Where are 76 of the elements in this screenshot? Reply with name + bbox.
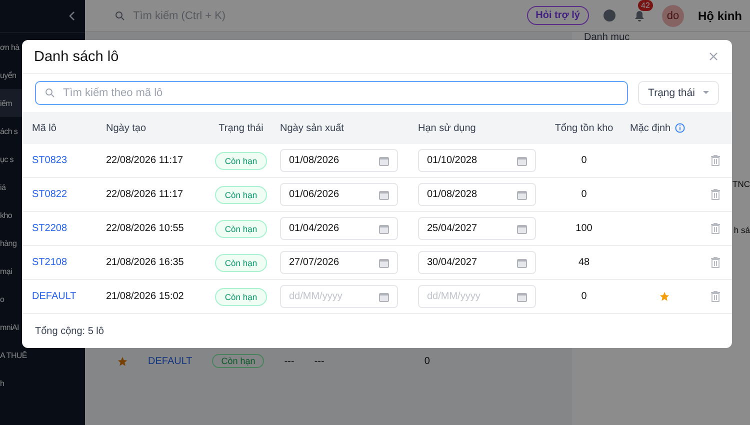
panel-text: TNC bbox=[732, 179, 750, 189]
calendar-icon bbox=[517, 224, 527, 234]
bell-icon[interactable] bbox=[632, 9, 646, 22]
dialog-title: Danh sách lô bbox=[34, 48, 119, 64]
star-icon bbox=[117, 356, 128, 366]
column-header: Ngày sản xuất bbox=[280, 122, 344, 134]
calendar-icon bbox=[379, 224, 389, 234]
sidebar-item[interactable]: h bbox=[0, 369, 85, 397]
calendar-icon bbox=[517, 156, 527, 166]
table-cell: --- bbox=[284, 356, 294, 366]
table-cell: 22/08/2026 10:55 bbox=[106, 223, 184, 234]
info-icon[interactable] bbox=[674, 123, 685, 133]
column-header: Ngày tạo bbox=[106, 122, 146, 134]
batch-code-link[interactable]: ST0823 bbox=[32, 155, 68, 166]
store-name: Hộ kinh bbox=[698, 8, 742, 22]
search-icon bbox=[115, 10, 125, 20]
trash-icon[interactable] bbox=[710, 155, 720, 166]
table-cell: 0 bbox=[581, 291, 587, 302]
date-field[interactable]: 01/06/2026 bbox=[280, 183, 398, 206]
column-header: Mặc định bbox=[630, 122, 671, 134]
date-field[interactable]: 01/10/2028 bbox=[418, 149, 536, 172]
date-field[interactable]: 30/04/2027 bbox=[418, 251, 536, 274]
table-cell: 21/08/2026 16:35 bbox=[106, 257, 184, 268]
table-cell: 0 bbox=[581, 155, 587, 166]
batch-code-link[interactable]: ST0822 bbox=[32, 189, 68, 200]
trash-icon[interactable] bbox=[710, 223, 720, 234]
user-avatar[interactable]: do bbox=[662, 4, 684, 26]
assistant-button[interactable]: Hỏi trợ lý bbox=[526, 6, 589, 25]
calendar-icon bbox=[379, 292, 389, 302]
status-tag: Còn hạn bbox=[214, 254, 268, 272]
trash-icon[interactable] bbox=[710, 291, 720, 302]
trash-icon[interactable] bbox=[710, 189, 720, 200]
calendar-icon bbox=[517, 190, 527, 200]
table-cell: 0 bbox=[581, 189, 587, 200]
search-icon bbox=[45, 88, 55, 98]
status-filter[interactable]: Trạng thái bbox=[638, 81, 719, 105]
table-cell: 22/08/2026 11:17 bbox=[106, 189, 184, 200]
date-field[interactable]: 01/08/2026 bbox=[280, 149, 398, 172]
column-header: Hạn sử dụng bbox=[418, 122, 476, 134]
batch-code[interactable]: DEFAULT bbox=[148, 356, 192, 366]
batch-code-link[interactable]: ST2208 bbox=[32, 223, 68, 234]
calendar-icon bbox=[379, 156, 389, 166]
status-tag: Còn hạn bbox=[214, 288, 268, 306]
trash-icon[interactable] bbox=[710, 257, 720, 268]
status-tag: Còn hạn bbox=[214, 220, 268, 238]
chevron-left-icon[interactable] bbox=[69, 11, 75, 21]
status-tag: Còn hạn bbox=[214, 186, 268, 204]
table-cell: 21/08/2026 15:02 bbox=[106, 291, 184, 302]
batch-code-link[interactable]: ST2108 bbox=[32, 257, 68, 268]
table-cell: 22/08/2026 11:17 bbox=[106, 155, 184, 166]
search-field[interactable]: Tìm kiếm theo mã lô bbox=[35, 81, 628, 105]
caret-icon bbox=[702, 91, 709, 95]
table-cell: 48 bbox=[578, 257, 590, 268]
table-cell: 100 bbox=[576, 223, 592, 234]
status-tag: Còn hạn bbox=[212, 354, 264, 368]
calendar-icon bbox=[517, 292, 527, 302]
calendar-icon bbox=[379, 258, 389, 268]
panel-text: h sá bbox=[734, 225, 750, 235]
table-cell: --- bbox=[314, 356, 324, 366]
date-field[interactable]: 27/07/2026 bbox=[280, 251, 398, 274]
table-cell: 0 bbox=[424, 356, 430, 366]
column-header: Trạng thái bbox=[218, 122, 264, 134]
date-field[interactable]: 01/04/2026 bbox=[280, 217, 398, 240]
calendar-icon bbox=[379, 190, 389, 200]
date-field[interactable]: 01/08/2028 bbox=[418, 183, 536, 206]
batch-code-link[interactable]: DEFAULT bbox=[32, 291, 76, 302]
column-header: Tổng tồn kho bbox=[554, 122, 614, 134]
column-header: Mã lô bbox=[32, 122, 56, 134]
total-count: Tổng cộng: 5 lô bbox=[35, 326, 104, 336]
panel-label: Danh mục bbox=[584, 32, 630, 43]
status-tag: Còn hạn bbox=[214, 152, 268, 170]
close-button[interactable] bbox=[709, 52, 718, 61]
notification-badge: 42 bbox=[638, 0, 653, 10]
calendar-icon bbox=[517, 258, 527, 268]
date-field[interactable]: 25/04/2027 bbox=[418, 217, 536, 240]
star-icon[interactable] bbox=[658, 291, 670, 302]
